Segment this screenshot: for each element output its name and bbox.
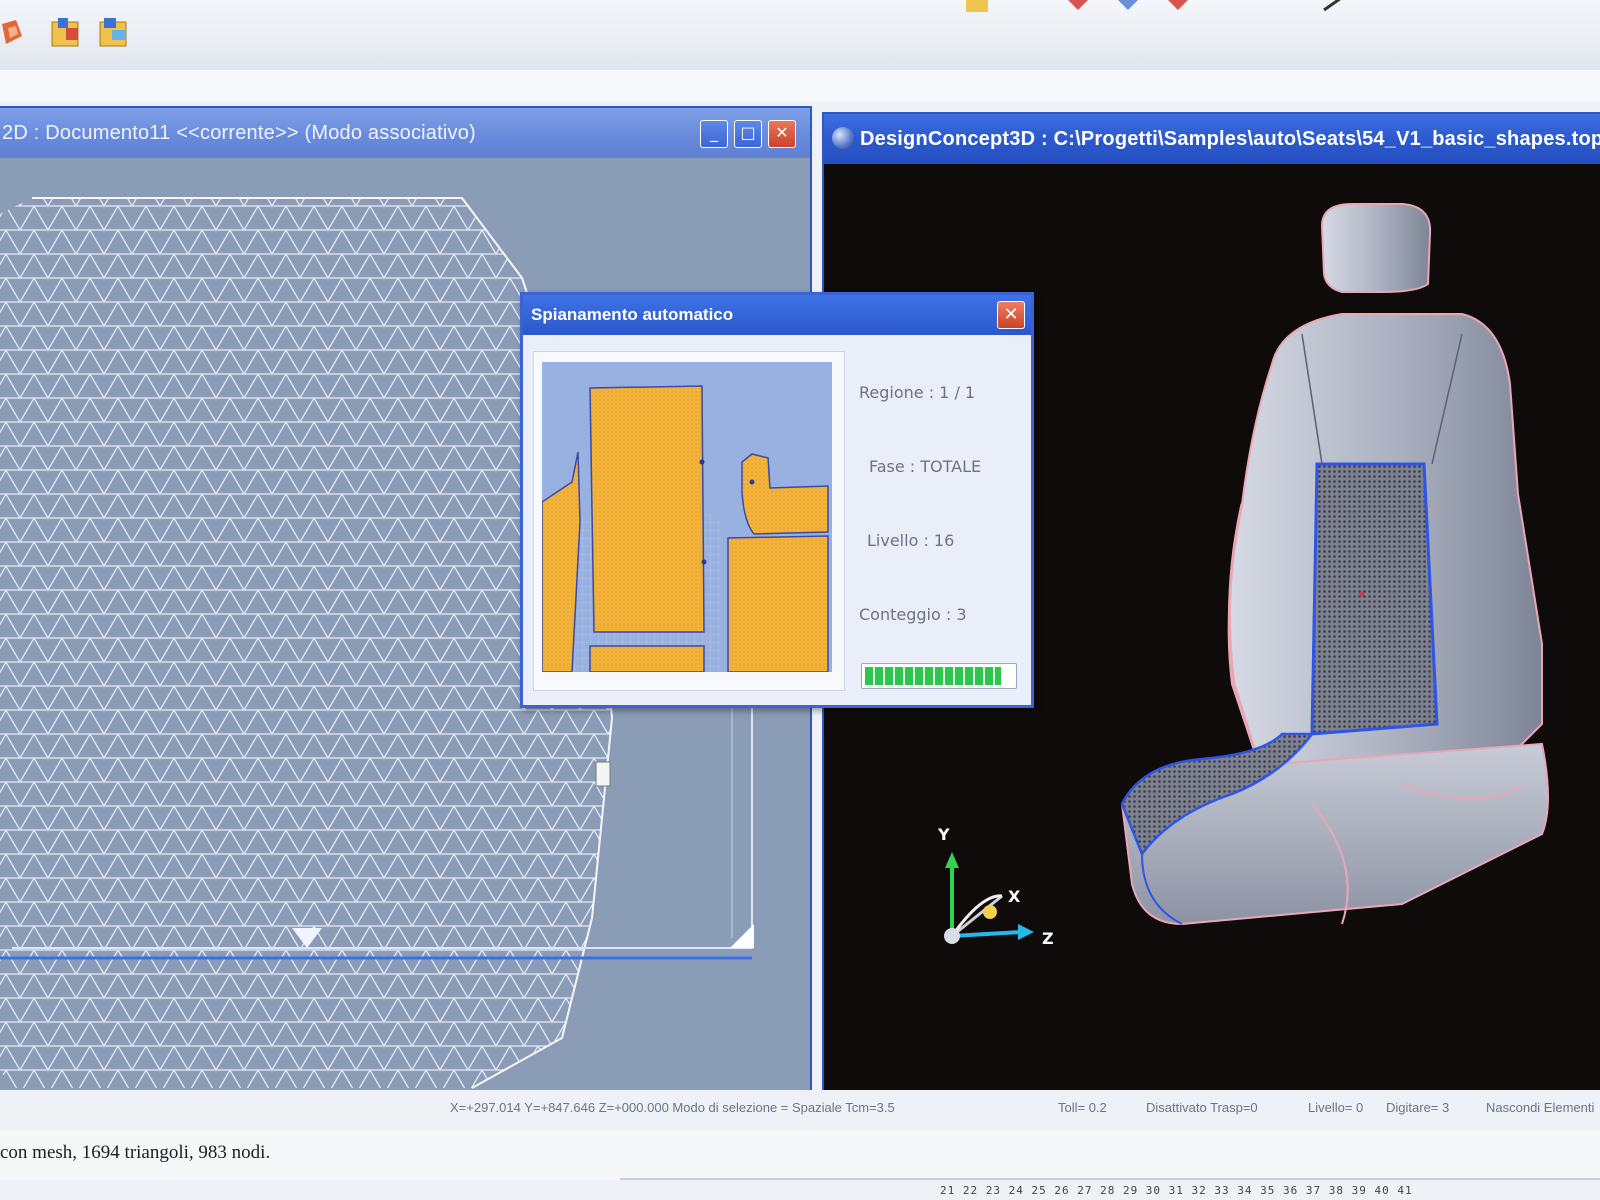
- ruler-numbers: 21 22 23 24 25 26 27 28 29 30 31 32 33 3…: [940, 1184, 1413, 1197]
- tool-icon[interactable]: [0, 14, 36, 50]
- command-output: con mesh, 1694 triangoli, 983 nodi.: [0, 1130, 1600, 1180]
- close-button[interactable]: ✕: [768, 120, 796, 148]
- window-2d-title[interactable]: 2D : Documento11 <<corrente>> (Modo asso…: [0, 108, 810, 158]
- tolerance-status: Toll= 0.2: [1058, 1100, 1107, 1115]
- toolbar-icon[interactable]: [1160, 0, 1196, 30]
- axis-x-label: X: [1008, 887, 1021, 906]
- flattened-panels-image: [542, 362, 832, 672]
- save-file-icon[interactable]: [96, 14, 132, 50]
- toolbar-icon[interactable]: [1110, 0, 1146, 30]
- window-3d-title[interactable]: DesignConcept3D : C:\Progetti\Samples\au…: [824, 114, 1600, 164]
- level-status: Livello : 16: [867, 531, 955, 550]
- count-status: Conteggio : 3: [859, 605, 967, 624]
- phase-status: Fase : TOTALE: [869, 457, 982, 476]
- dialog-title[interactable]: Spianamento automatico: [523, 295, 1031, 335]
- transparency-status: Disattivato Trasp=0: [1146, 1100, 1258, 1115]
- region-status: Regione : 1 / 1: [859, 383, 976, 402]
- open-file-icon[interactable]: [48, 14, 84, 50]
- ruler-line: [620, 1178, 1600, 1180]
- toolbar-icon[interactable]: [1060, 0, 1096, 30]
- toolbar-icon[interactable]: [960, 0, 996, 30]
- progress-info: Regione : 1 / 1 Fase : TOTALE Livello : …: [859, 351, 1019, 689]
- mesh-info-message: con mesh, 1694 triangoli, 983 nodi.: [0, 1142, 271, 1163]
- status-bar: X=+297.014 Y=+847.646 Z=+000.000 Modo di…: [0, 1090, 1600, 1130]
- pencil-icon[interactable]: [1320, 0, 1356, 30]
- axis-z-label: Z: [1042, 929, 1054, 948]
- progress-bar-fill: [865, 667, 1002, 685]
- flattening-preview: [533, 351, 845, 691]
- layer-status: Livello= 0: [1308, 1100, 1364, 1115]
- progress-bar: [861, 663, 1017, 689]
- hide-elements-status: Nascondi Elementi: [1486, 1100, 1595, 1115]
- minimize-button[interactable]: _: [700, 120, 728, 148]
- digit-status: Digitare= 3: [1386, 1100, 1450, 1115]
- main-toolbar: [0, 0, 1600, 71]
- dialog-close-button[interactable]: ✕: [997, 301, 1025, 329]
- axis-y-label: Y: [937, 825, 950, 844]
- flattening-dialog[interactable]: Spianamento automatico ✕ Regione: 1 / 1…: [520, 292, 1034, 708]
- maximize-button[interactable]: □: [734, 120, 762, 148]
- toolbar-gap: [0, 70, 1600, 102]
- app-globe-icon: [832, 127, 854, 149]
- coordinates-readout: X=+297.014 Y=+847.646 Z=+000.000 Modo di…: [450, 1100, 895, 1115]
